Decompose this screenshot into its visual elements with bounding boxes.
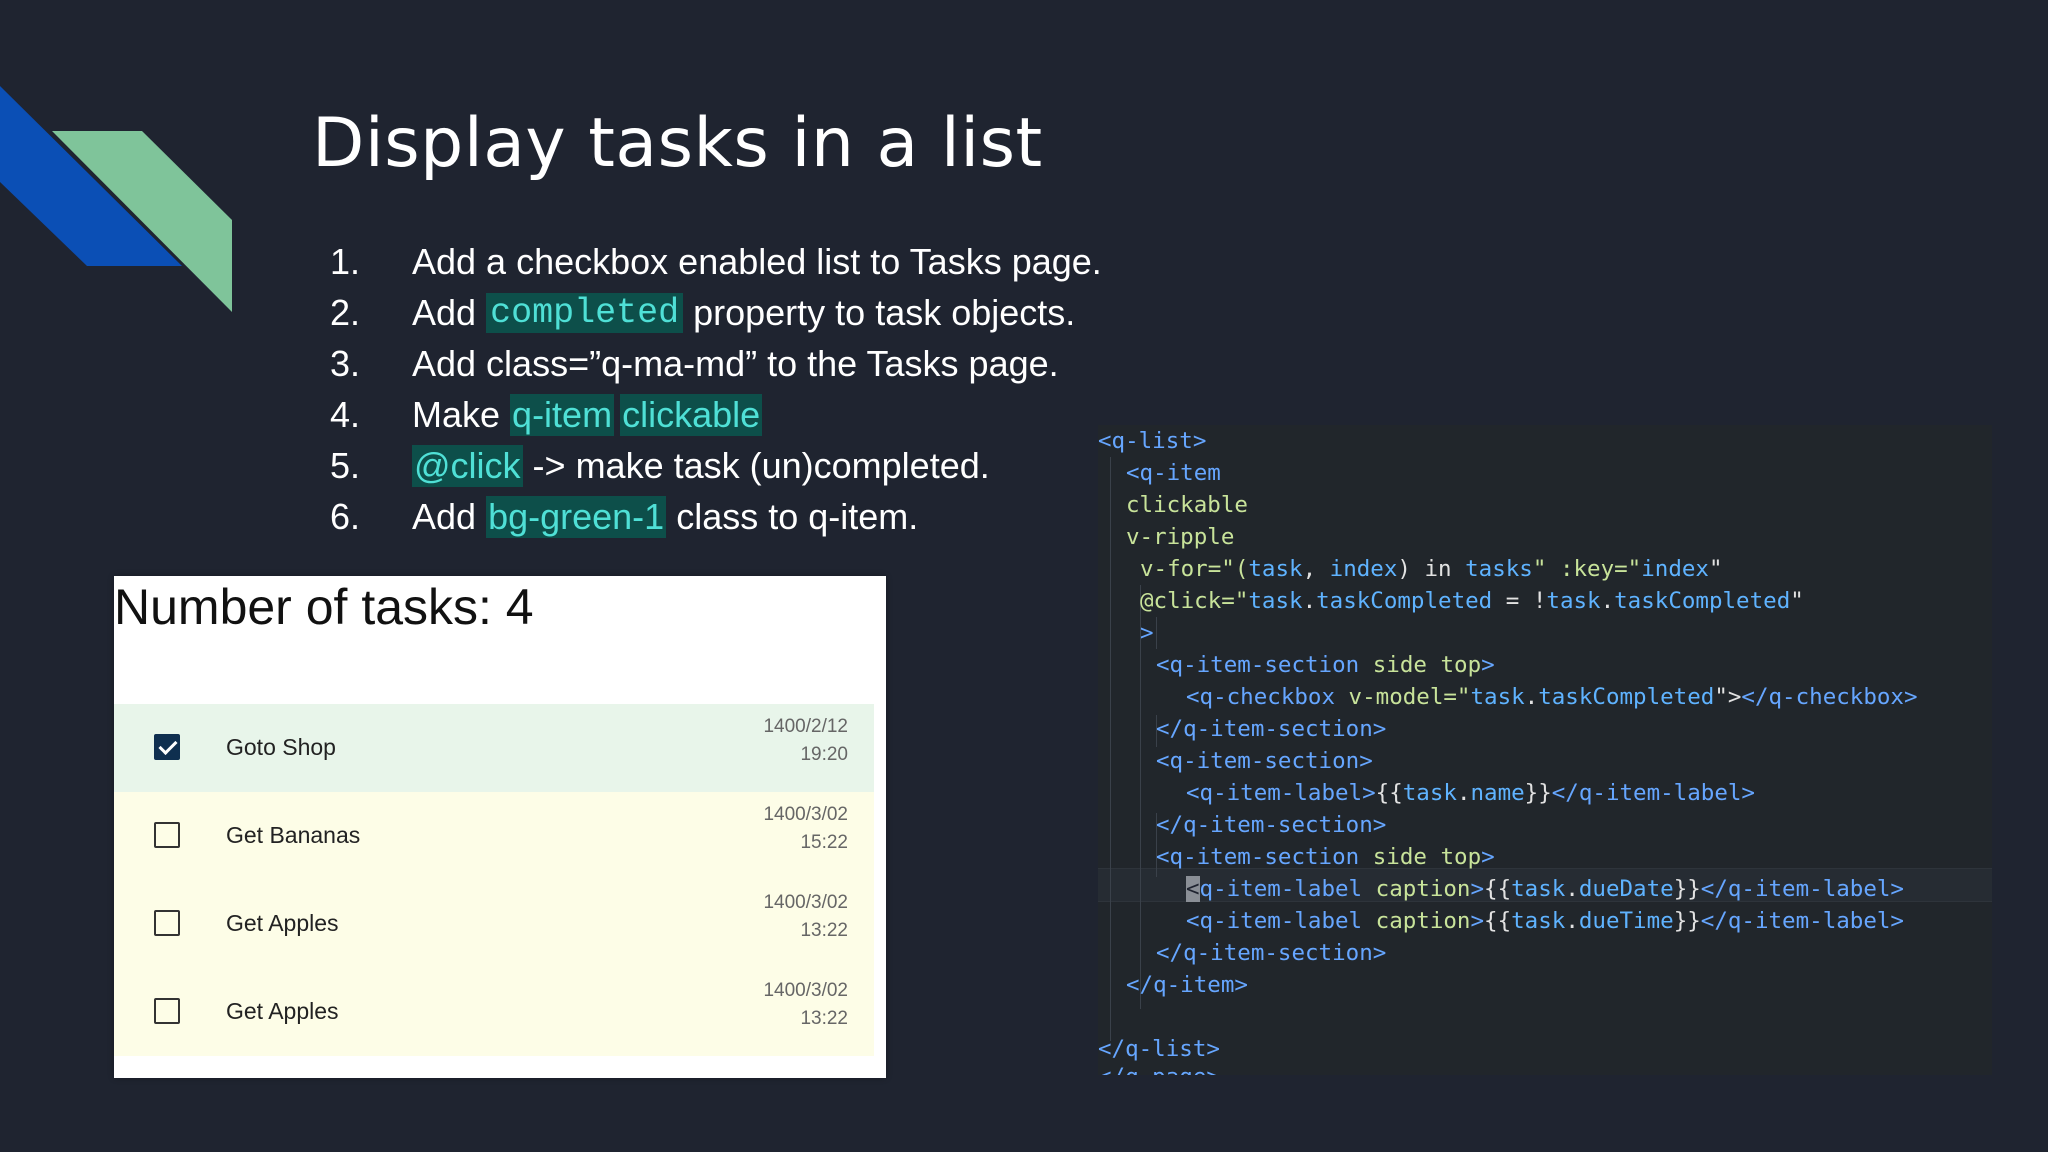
task-item[interactable]: Get Bananas 1400/3/02 15:22 bbox=[114, 792, 874, 880]
task-due-date: 1400/3/02 bbox=[763, 980, 848, 1001]
corner-decoration bbox=[0, 86, 232, 312]
code-line-partial: </q-page> bbox=[1098, 1061, 1220, 1075]
step-5: 5. @click -> make task (un)completed. bbox=[330, 440, 1102, 491]
task-list-screenshot: Number of tasks: 4 Goto Shop 1400/2/12 1… bbox=[114, 576, 886, 1078]
code-line: <q-item-label caption>{{task.dueDate}}</… bbox=[1186, 876, 1904, 902]
code-line: </q-item-section> bbox=[1156, 812, 1387, 838]
step-number: 5. bbox=[330, 444, 361, 486]
task-due-date: 1400/2/12 bbox=[763, 716, 848, 737]
step-text: Make bbox=[412, 393, 511, 435]
task-count-heading: Number of tasks: 4 bbox=[114, 579, 534, 635]
step-4: 4. Make q-item clickable bbox=[330, 389, 1102, 440]
task-due-date: 1400/3/02 bbox=[763, 804, 848, 825]
code-line: </q-item-section> bbox=[1156, 716, 1387, 742]
code-snippet: <q-list> <q-item clickable v-ripple v-fo… bbox=[1098, 425, 1992, 1075]
highlight-q-item: q-item bbox=[510, 393, 615, 436]
task-due-time: 19:20 bbox=[800, 744, 848, 765]
code-line: <q-item bbox=[1126, 460, 1221, 486]
step-text: property to task objects. bbox=[683, 291, 1076, 333]
code-highlight-completed: completed bbox=[486, 292, 684, 333]
task-due-time: 13:22 bbox=[800, 1008, 848, 1029]
indent-guide bbox=[1156, 617, 1157, 649]
code-line: <q-item-section side top> bbox=[1156, 652, 1495, 678]
code-line: <q-checkbox v-model="task.taskCompleted"… bbox=[1186, 684, 1918, 710]
indent-guide bbox=[1110, 457, 1111, 1041]
task-item[interactable]: Goto Shop 1400/2/12 19:20 bbox=[114, 704, 874, 792]
step-number: 3. bbox=[330, 342, 361, 384]
step-2: 2. Add completed property to task object… bbox=[330, 287, 1102, 338]
task-name: Get Bananas bbox=[226, 822, 361, 848]
text-cursor: < bbox=[1186, 876, 1200, 902]
task-due-time: 15:22 bbox=[800, 832, 848, 853]
task-name: Get Apples bbox=[226, 998, 339, 1024]
code-line: > bbox=[1140, 620, 1154, 646]
code-line: <q-item-section side top> bbox=[1156, 844, 1495, 870]
highlight-clickable: clickable bbox=[620, 393, 763, 436]
task-name: Goto Shop bbox=[226, 734, 336, 760]
code-line: clickable bbox=[1126, 492, 1248, 518]
code-line: v-ripple bbox=[1126, 524, 1235, 550]
code-line: <q-item-label caption>{{task.dueTime}}</… bbox=[1186, 908, 1904, 934]
step-text: Add a checkbox enabled list to Tasks pag… bbox=[412, 240, 1102, 282]
code-line: v-for="(task, index) in tasks" :key="ind… bbox=[1140, 556, 1723, 582]
task-checkbox[interactable] bbox=[154, 910, 180, 936]
task-checkbox[interactable] bbox=[154, 998, 180, 1024]
code-line: </q-item> bbox=[1126, 972, 1248, 998]
code-line: <q-item-section> bbox=[1156, 748, 1373, 774]
step-text: -> make task (un)completed. bbox=[522, 444, 990, 486]
code-line: <q-list> bbox=[1098, 428, 1207, 454]
step-text: Add bbox=[412, 495, 487, 537]
step-number: 6. bbox=[330, 495, 361, 537]
task-item[interactable]: Get Apples 1400/3/02 13:22 bbox=[114, 968, 874, 1056]
slide-title: Display tasks in a list bbox=[312, 104, 1043, 183]
steps-list: 1. Add a checkbox enabled list to Tasks … bbox=[330, 236, 1102, 542]
code-line: @click="task.taskCompleted = !task.taskC… bbox=[1140, 588, 1804, 614]
step-3: 3. Add class=”q-ma-md” to the Tasks page… bbox=[330, 338, 1102, 389]
task-checkbox[interactable] bbox=[154, 822, 180, 848]
step-text: class to q-item. bbox=[666, 495, 919, 537]
step-number: 2. bbox=[330, 291, 361, 333]
task-list: Goto Shop 1400/2/12 19:20 Get Bananas 14… bbox=[114, 704, 874, 1056]
highlight-bg-green-1: bg-green-1 bbox=[486, 495, 667, 538]
step-text: Add bbox=[412, 291, 487, 333]
task-checkbox-checked[interactable] bbox=[154, 734, 180, 760]
step-1: 1. Add a checkbox enabled list to Tasks … bbox=[330, 236, 1102, 287]
task-due-date: 1400/3/02 bbox=[763, 892, 848, 913]
code-line: <q-item-label>{{task.name}}</q-item-labe… bbox=[1186, 780, 1755, 806]
step-number: 4. bbox=[330, 393, 361, 435]
task-item[interactable]: Get Apples 1400/3/02 13:22 bbox=[114, 880, 874, 968]
code-line: </q-item-section> bbox=[1156, 940, 1387, 966]
step-text: Add class=”q-ma-md” to the Tasks page. bbox=[412, 342, 1059, 384]
step-number: 1. bbox=[330, 240, 361, 282]
step-6: 6. Add bg-green-1 class to q-item. bbox=[330, 491, 1102, 542]
task-due-time: 13:22 bbox=[800, 920, 848, 941]
task-name: Get Apples bbox=[226, 910, 339, 936]
highlight-click: @click bbox=[412, 444, 523, 487]
